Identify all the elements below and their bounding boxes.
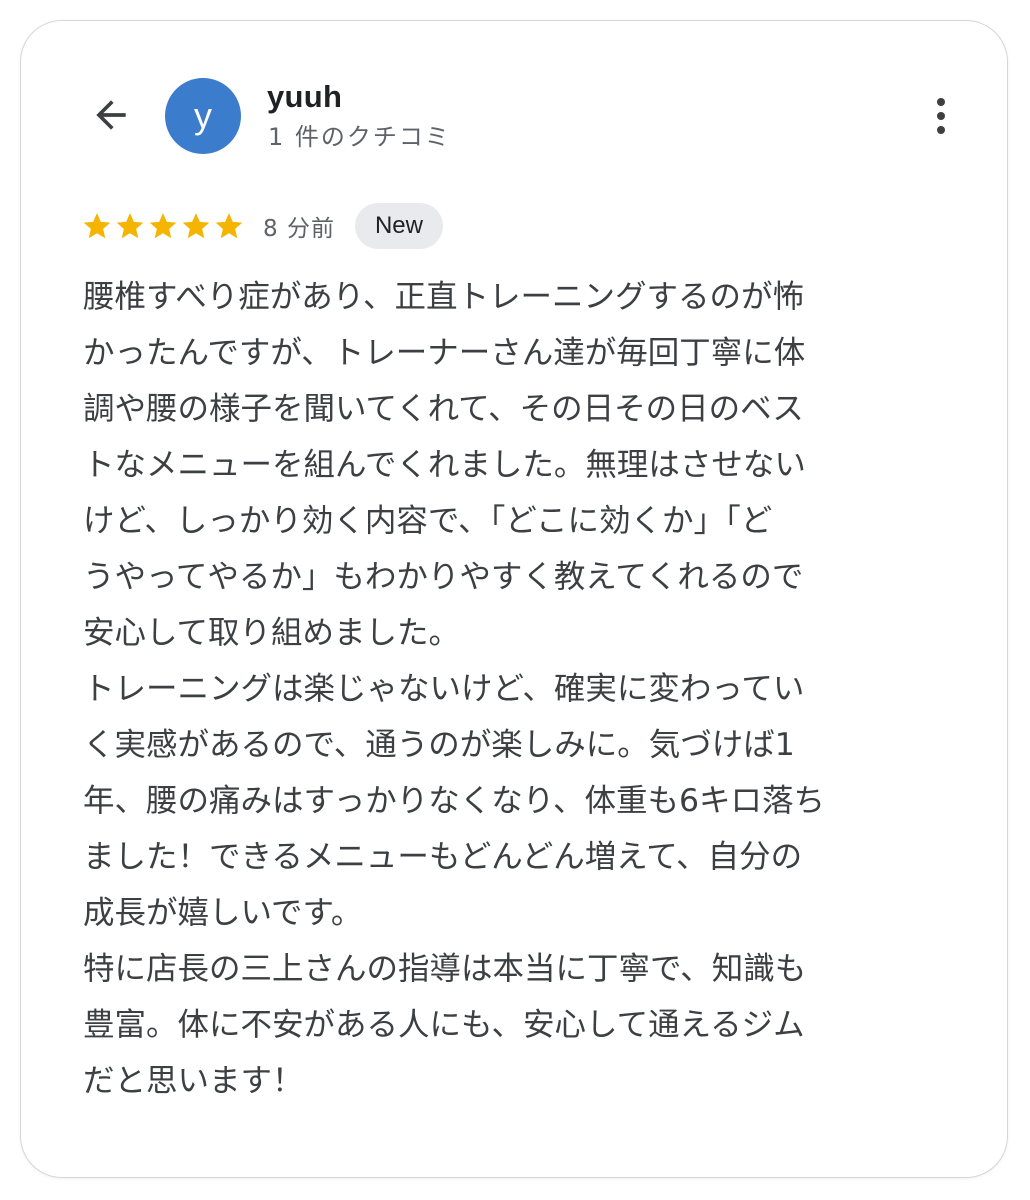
review-text-line: く実感があるので、通うのが楽しみに。気づけば1 — [83, 727, 795, 763]
review-text-line: 特に店長の三上さんの指導は本当に丁寧で、知識も — [83, 951, 807, 987]
review-text-line: ました！できるメニューもどんどん増えて、自分の — [83, 839, 803, 875]
star-icon — [215, 213, 243, 239]
review-text-line: トなメニューを組んでくれました。無理はさせない — [83, 447, 806, 483]
review-text-line: 調や腰の様子を聞いてくれて、その日その日のベス — [83, 391, 804, 427]
review-text-line: 豊富。体に不安がある人にも、安心して通えるジム — [83, 1007, 805, 1043]
star-rating — [81, 210, 245, 242]
review-text-line: 年、腰の痛みはすっかりなくなり、体重も6キロ落ち — [83, 783, 826, 819]
review-text-line: トレーニングは楽じゃないけど、確実に変わってい — [83, 671, 805, 707]
review-text-line: うやってやるか」もわかりやすく教えてくれるので — [83, 559, 804, 595]
review-text-line: 安心して取り組めました。 — [83, 615, 461, 651]
review-time: 8 分前 — [263, 216, 335, 242]
star-icon — [116, 213, 144, 239]
star-icon — [149, 213, 177, 239]
avatar-initial: y — [194, 95, 212, 136]
review-text-line: 成長が嬉しいです。 — [83, 895, 363, 931]
arrow-back-icon — [96, 100, 126, 130]
more-options-button[interactable] — [919, 91, 963, 141]
review-card: y yuuh 1 件のクチコミ 8 分前 New 腰椎すべり症があり、正直トレー… — [20, 20, 1008, 1178]
back-button[interactable] — [83, 87, 139, 143]
star-icon — [182, 213, 210, 239]
review-text-line: けど、しっかり効く内容で、「どこに効くか」「ど — [83, 503, 773, 539]
review-text-line: かったんですが、トレーナーさん達が毎回丁寧に体 — [83, 335, 806, 371]
review-meta: 8 分前 New — [81, 201, 443, 251]
star-icon — [83, 213, 111, 239]
new-badge: New — [354, 203, 443, 249]
avatar[interactable]: y — [165, 78, 241, 154]
review-text: 腰椎すべり症があり、正直トレーニングするのが怖 かったんですが、トレーナーさん達が… — [83, 269, 963, 1109]
review-text-line: だと思います！ — [83, 1063, 304, 1099]
more-vert-icon — [937, 98, 945, 134]
author-review-count: 1 件のクチコミ — [268, 123, 451, 151]
author-name[interactable]: yuuh — [267, 79, 342, 115]
review-text-line: 腰椎すべり症があり、正直トレーニングするのが怖 — [83, 279, 805, 315]
